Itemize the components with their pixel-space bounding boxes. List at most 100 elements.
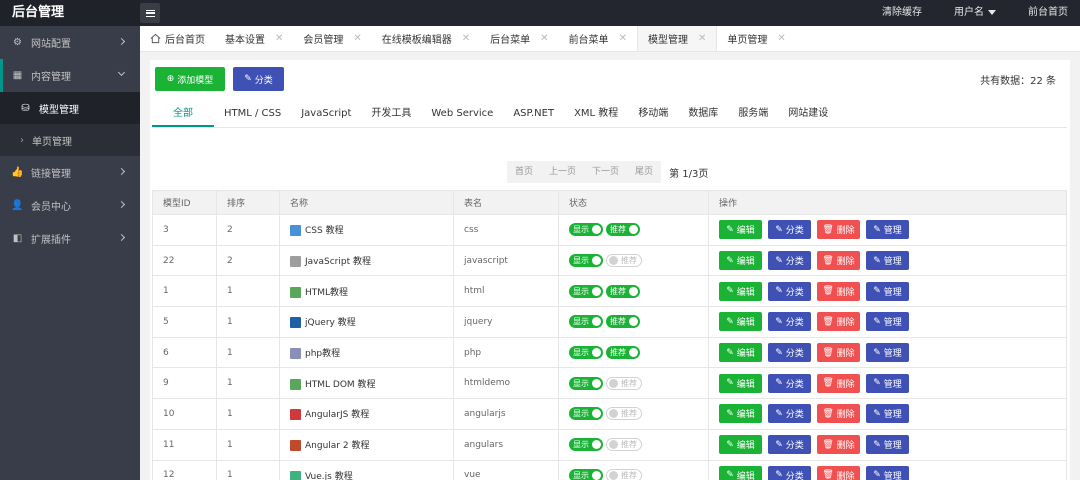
category-row-button[interactable]: ✎ 分类	[768, 435, 811, 455]
show-toggle[interactable]: 显示	[569, 376, 603, 390]
page-last-button[interactable]: 尾页	[627, 161, 662, 183]
show-toggle[interactable]: 显示	[569, 223, 603, 237]
delete-button[interactable]: 🗑 删除	[817, 343, 860, 363]
edit-button[interactable]: ✎ 编辑	[719, 281, 762, 301]
close-icon[interactable]: ✕	[698, 33, 706, 44]
sidebar-item-links[interactable]: 👍 链接管理	[0, 156, 140, 189]
add-model-button[interactable]: ⊕ 添加模型	[155, 67, 225, 91]
edit-button[interactable]: ✎ 编辑	[719, 251, 762, 271]
clear-cache-link[interactable]: 清除缓存	[882, 0, 922, 26]
category-row-button[interactable]: ✎ 分类	[768, 343, 811, 363]
tab-front-menu[interactable]: 前台菜单 ✕	[559, 26, 637, 51]
edit-button[interactable]: ✎ 编辑	[719, 343, 762, 363]
show-toggle[interactable]: 显示	[569, 315, 603, 329]
manage-button[interactable]: ✎ 管理	[866, 373, 909, 393]
manage-button[interactable]: ✎ 管理	[866, 281, 909, 301]
category-row-button[interactable]: ✎ 分类	[768, 312, 811, 332]
manage-button[interactable]: ✎ 管理	[866, 220, 909, 240]
recommend-toggle[interactable]: 推荐	[606, 376, 642, 390]
delete-button[interactable]: 🗑 删除	[817, 312, 860, 332]
manage-button[interactable]: ✎ 管理	[866, 404, 909, 424]
sidebar-item-single-page[interactable]: › 单页管理	[0, 124, 140, 156]
tab-model-manage[interactable]: 模型管理 ✕	[636, 26, 718, 51]
show-toggle[interactable]: 显示	[569, 284, 603, 298]
delete-button[interactable]: 🗑 删除	[817, 435, 860, 455]
show-toggle[interactable]: 显示	[569, 468, 603, 480]
manage-button[interactable]: ✎ 管理	[866, 465, 909, 480]
recommend-toggle[interactable]: 推荐	[606, 315, 640, 329]
edit-button[interactable]: ✎ 编辑	[719, 435, 762, 455]
category-tab[interactable]: 网站建设	[778, 102, 838, 127]
close-icon[interactable]: ✕	[353, 33, 361, 44]
sidebar-item-content[interactable]: ▦ 内容管理	[0, 59, 140, 92]
delete-button[interactable]: 🗑 删除	[817, 220, 860, 240]
sidebar-item-members[interactable]: 👤 会员中心	[0, 189, 140, 222]
recommend-toggle[interactable]: 推荐	[606, 438, 642, 452]
edit-button[interactable]: ✎ 编辑	[719, 312, 762, 332]
cell-table: angularjs	[453, 398, 559, 430]
close-icon[interactable]: ✕	[462, 33, 470, 44]
category-tab[interactable]: 服务端	[728, 102, 778, 127]
page-prev-button[interactable]: 上一页	[541, 161, 585, 183]
close-icon[interactable]: ✕	[777, 33, 785, 44]
sidebar-item-model[interactable]: ⛁ 模型管理	[0, 92, 140, 124]
tab-single-page[interactable]: 单页管理 ✕	[717, 26, 795, 51]
category-tab[interactable]: JavaScript	[291, 102, 361, 127]
category-tab[interactable]: Web Service	[421, 102, 503, 127]
tab-member-manage[interactable]: 会员管理 ✕	[293, 26, 371, 51]
recommend-toggle[interactable]: 推荐	[606, 254, 642, 268]
category-row-button[interactable]: ✎ 分类	[768, 251, 811, 271]
edit-button[interactable]: ✎ 编辑	[719, 465, 762, 480]
show-toggle[interactable]: 显示	[569, 438, 603, 452]
close-icon[interactable]: ✕	[540, 33, 548, 44]
sidebar-item-site-config[interactable]: ⚙ 网站配置	[0, 26, 140, 59]
category-tab[interactable]: 全部	[152, 102, 214, 127]
category-tab[interactable]: XML 教程	[564, 102, 628, 127]
category-tab[interactable]: HTML / CSS	[214, 102, 291, 127]
recommend-toggle[interactable]: 推荐	[606, 468, 642, 480]
recommend-toggle[interactable]: 推荐	[606, 223, 640, 237]
category-tab[interactable]: ASP.NET	[503, 102, 564, 127]
edit-button[interactable]: ✎ 编辑	[719, 220, 762, 240]
category-row-button[interactable]: ✎ 分类	[768, 465, 811, 480]
menu-toggle-button[interactable]	[140, 3, 160, 23]
manage-button[interactable]: ✎ 管理	[866, 435, 909, 455]
show-toggle[interactable]: 显示	[569, 407, 603, 421]
close-icon[interactable]: ✕	[275, 33, 283, 44]
front-home-link[interactable]: 前台首页	[1028, 0, 1068, 26]
manage-button[interactable]: ✎ 管理	[866, 312, 909, 332]
delete-button[interactable]: 🗑 删除	[817, 465, 860, 480]
edit-button[interactable]: ✎ 编辑	[719, 373, 762, 393]
pencil-icon: ✎	[726, 286, 737, 297]
close-icon[interactable]: ✕	[619, 33, 627, 44]
category-row-button[interactable]: ✎ 分类	[768, 373, 811, 393]
tab-admin-home[interactable]: 后台首页	[140, 26, 215, 51]
category-tab[interactable]: 移动端	[628, 102, 678, 127]
category-row-button[interactable]: ✎ 分类	[768, 220, 811, 240]
sidebar-item-plugins[interactable]: ◧ 扩展插件	[0, 222, 140, 255]
manage-button[interactable]: ✎ 管理	[866, 251, 909, 271]
show-toggle[interactable]: 显示	[569, 346, 603, 360]
delete-button[interactable]: 🗑 删除	[817, 404, 860, 424]
recommend-toggle[interactable]: 推荐	[606, 284, 640, 298]
tab-basic-settings[interactable]: 基本设置 ✕	[215, 26, 293, 51]
user-menu[interactable]: 用户名	[954, 0, 996, 26]
tab-admin-menu[interactable]: 后台菜单 ✕	[480, 26, 558, 51]
category-tab[interactable]: 数据库	[678, 102, 728, 127]
category-button[interactable]: ✎ 分类	[233, 67, 284, 91]
delete-button[interactable]: 🗑 删除	[817, 281, 860, 301]
category-row-button[interactable]: ✎ 分类	[768, 404, 811, 424]
tab-template-editor[interactable]: 在线模板编辑器 ✕	[372, 26, 480, 51]
edit-button[interactable]: ✎ 编辑	[719, 404, 762, 424]
category-row-button[interactable]: ✎ 分类	[768, 281, 811, 301]
delete-button[interactable]: 🗑 删除	[817, 373, 860, 393]
page-first-button[interactable]: 首页	[507, 161, 542, 183]
recommend-toggle[interactable]: 推荐	[606, 346, 640, 360]
category-tab[interactable]: 开发工具	[361, 102, 421, 127]
recommend-toggle[interactable]: 推荐	[606, 407, 642, 421]
switch-label: 显示	[573, 286, 589, 296]
delete-button[interactable]: 🗑 删除	[817, 251, 860, 271]
page-next-button[interactable]: 下一页	[584, 161, 628, 183]
show-toggle[interactable]: 显示	[569, 254, 603, 268]
manage-button[interactable]: ✎ 管理	[866, 343, 909, 363]
